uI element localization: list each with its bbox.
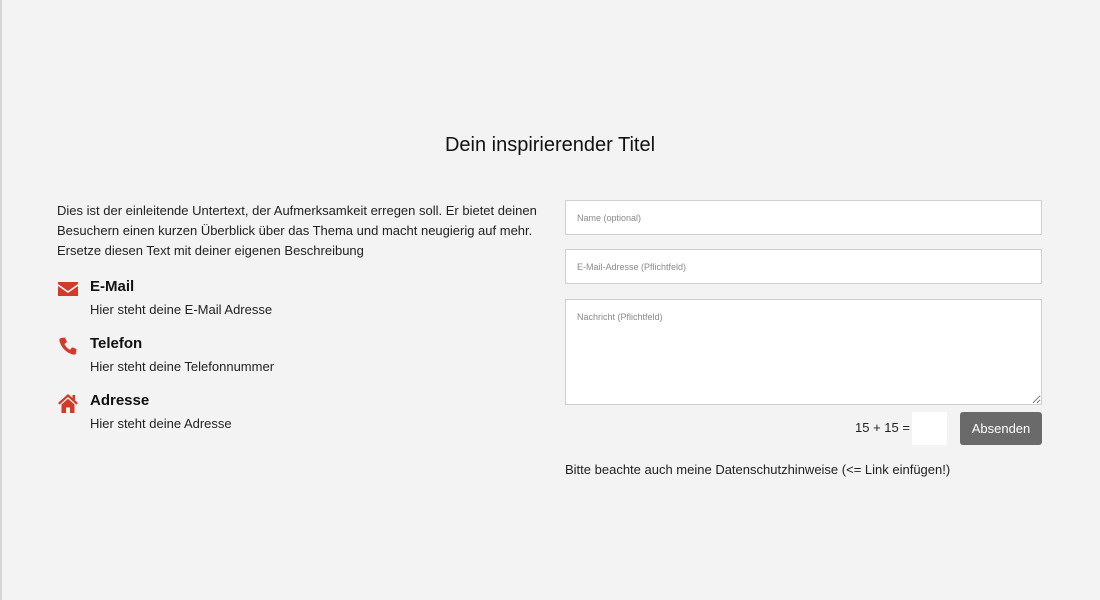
page-left-border (0, 0, 2, 600)
privacy-note[interactable]: Bitte beachte auch meine Datenschutzhinw… (565, 462, 950, 477)
contact-email-text: Hier steht deine E-Mail Adresse (90, 302, 273, 317)
captcha-label: 15 + 15 = (855, 420, 910, 435)
contact-phone-heading: Telefon (90, 335, 143, 352)
contact-address-heading: Adresse (90, 392, 150, 409)
contact-phone-text: Hier steht deine Telefonnummer (90, 359, 275, 374)
intro-text: Dies ist der einleitende Untertext, der … (57, 203, 537, 258)
page-title: Dein inspirierender Titel (444, 134, 656, 156)
phone-icon (57, 335, 79, 357)
submit-button[interactable]: Absenden (960, 412, 1042, 445)
name-input[interactable] (565, 200, 1042, 235)
captcha-input[interactable] (912, 412, 947, 445)
home-icon (57, 392, 79, 414)
message-textarea[interactable] (565, 299, 1042, 405)
envelope-icon (57, 278, 79, 300)
contact-email-heading: E-Mail (90, 278, 135, 295)
contact-address-text: Hier steht deine Adresse (90, 416, 232, 431)
email-input[interactable] (565, 249, 1042, 284)
